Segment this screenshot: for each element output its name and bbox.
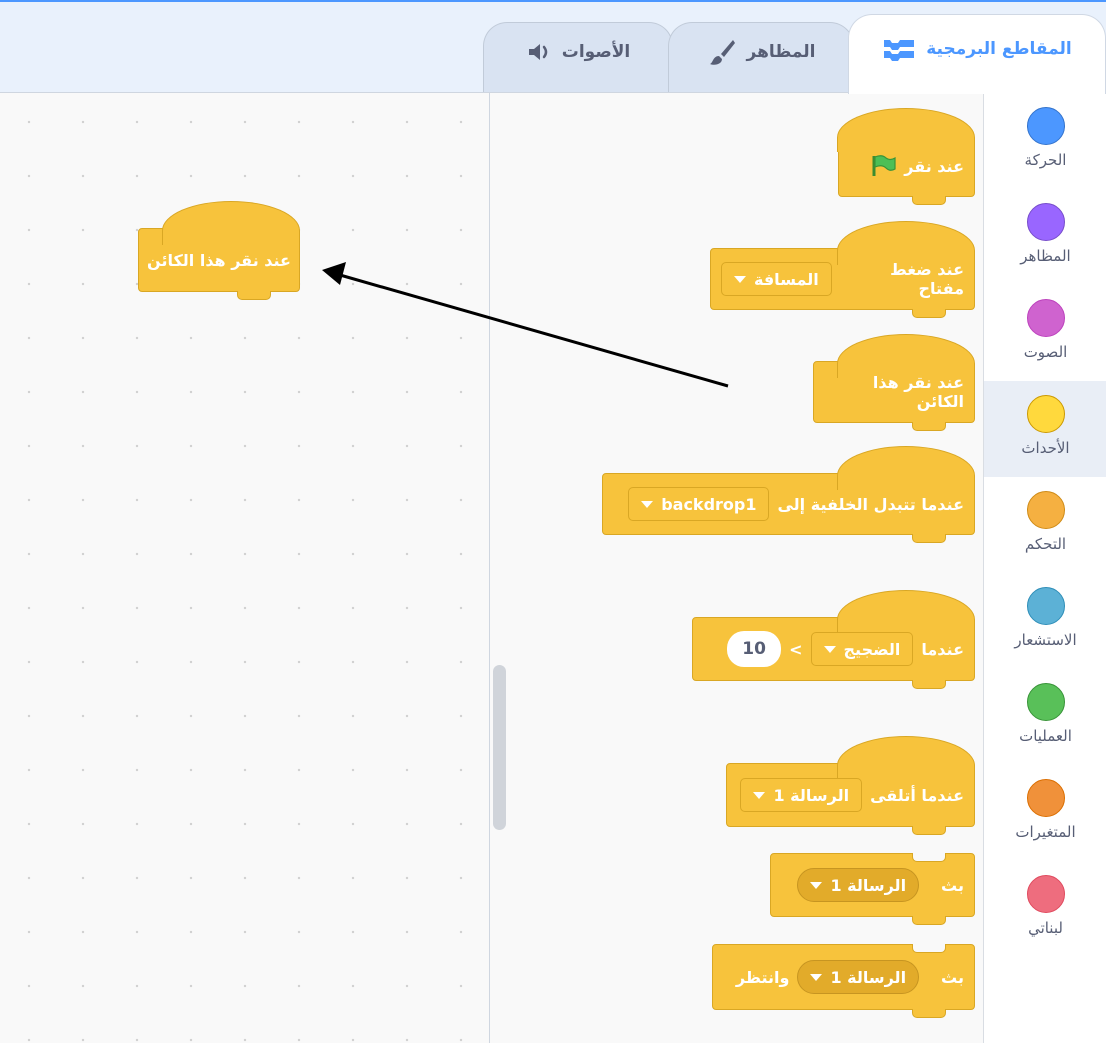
category-label: الصوت xyxy=(1023,343,1068,361)
category-label: العمليات xyxy=(1019,727,1072,745)
category-looks[interactable]: المظاهر xyxy=(984,189,1106,285)
category-dot-icon xyxy=(1026,203,1065,241)
speaker-icon xyxy=(528,43,547,60)
key-dropdown[interactable]: المسافة xyxy=(721,262,832,296)
category-dot-icon xyxy=(1026,491,1065,529)
category-variables[interactable]: المتغيرات xyxy=(984,765,1106,861)
message-dropdown-value: الرسالة 1 xyxy=(773,785,850,805)
category-operators[interactable]: العمليات xyxy=(984,669,1106,765)
sensor-dropdown[interactable]: الضجيج xyxy=(810,632,914,666)
when-greater-than-block[interactable]: عندما الضجيج > 10 xyxy=(692,590,975,689)
category-label: المظاهر xyxy=(1020,247,1071,265)
chevron-down-icon xyxy=(810,881,823,889)
when-receive-label: عندما أتلقى xyxy=(870,785,964,805)
broadcast-wait-label: بث xyxy=(941,967,964,987)
category-menu: الحركة المظاهر الصوت الأحداث التحكم الاس… xyxy=(983,92,1106,1043)
category-dot-icon xyxy=(1026,107,1065,145)
block-notch xyxy=(912,944,946,953)
block-notch xyxy=(912,853,946,862)
broadcast-and-wait-block[interactable]: بث الرسالة 1 وانتظر xyxy=(712,944,975,1018)
tab-sounds-label: الأصوات xyxy=(561,41,631,62)
code-blocks-icon xyxy=(884,39,915,61)
when-sprite-label: عند نقر هذا الكائن xyxy=(872,373,964,411)
tab-code-label: المقاطع البرمجية xyxy=(926,38,1072,59)
paintbrush-icon xyxy=(709,39,735,65)
category-dot-icon xyxy=(1026,587,1065,625)
message-dropdown[interactable]: الرسالة 1 xyxy=(740,778,863,812)
category-dot-icon xyxy=(1026,683,1065,721)
broadcast-wait-message-value: الرسالة 1 xyxy=(830,967,907,987)
category-control[interactable]: التحكم xyxy=(984,477,1106,573)
threshold-input[interactable]: 10 xyxy=(727,631,782,667)
palette-scrollbar[interactable] xyxy=(493,665,506,830)
broadcast-message-dropdown[interactable]: الرسالة 1 xyxy=(797,868,920,902)
tab-code[interactable]: المقاطع البرمجية xyxy=(848,14,1106,94)
category-dot-icon xyxy=(1026,875,1065,913)
category-label: الاستشعار xyxy=(1014,631,1077,649)
category-label: الحركة xyxy=(1024,151,1067,169)
workspace-block-label: عند نقر هذا الكائن xyxy=(147,250,291,270)
tab-costumes[interactable]: المظاهر xyxy=(668,22,854,92)
when-greater-label: عندما xyxy=(921,639,964,659)
when-i-receive-block[interactable]: عندما أتلقى الرسالة 1 xyxy=(726,736,975,835)
broadcast-message-value: الرسالة 1 xyxy=(830,875,907,895)
when-sprite-clicked-block[interactable]: عند نقر هذا الكائن xyxy=(813,334,975,431)
when-key-label: عند ضغط مفتاح xyxy=(890,260,964,298)
backdrop-dropdown-value: backdrop1 xyxy=(661,494,757,514)
when-flag-clicked-block[interactable]: عند نقر xyxy=(837,108,975,205)
broadcast-wait-message-dropdown[interactable]: الرسالة 1 xyxy=(797,960,920,994)
category-label: لبناتي xyxy=(1028,919,1063,937)
tab-costumes-label: المظاهر xyxy=(746,41,816,62)
when-backdrop-switches-block[interactable]: عندما تتبدل الخلفية إلى backdrop1 xyxy=(602,446,975,543)
key-dropdown-value: المسافة xyxy=(754,269,819,289)
category-motion[interactable]: الحركة xyxy=(984,93,1106,189)
green-flag-icon xyxy=(872,155,896,176)
chevron-down-icon xyxy=(810,973,823,981)
category-my-blocks[interactable]: لبناتي xyxy=(984,861,1106,957)
category-label: التحكم xyxy=(1024,535,1067,553)
category-dot-icon xyxy=(1026,299,1065,337)
category-label: المتغيرات xyxy=(1015,823,1076,841)
tab-sounds[interactable]: الأصوات xyxy=(483,22,673,92)
category-events[interactable]: الأحداث xyxy=(984,381,1106,477)
category-dot-icon xyxy=(1026,395,1065,433)
top-accent-line xyxy=(0,0,1106,2)
sensor-dropdown-value: الضجيج xyxy=(843,639,901,659)
category-sensing[interactable]: الاستشعار xyxy=(984,573,1106,669)
chevron-down-icon xyxy=(823,645,836,653)
category-sound[interactable]: الصوت xyxy=(984,285,1106,381)
when-flag-label: عند نقر xyxy=(904,156,964,176)
chevron-down-icon xyxy=(734,275,746,283)
category-label: الأحداث xyxy=(1021,439,1070,457)
broadcast-label: بث xyxy=(941,875,964,895)
chevron-down-icon xyxy=(753,791,766,799)
greater-than-operator: > xyxy=(789,639,803,659)
broadcast-block[interactable]: بث الرسالة 1 xyxy=(770,853,975,925)
chevron-down-icon xyxy=(641,500,654,508)
category-dot-icon xyxy=(1026,779,1065,817)
when-backdrop-label: عندما تتبدل الخلفية إلى xyxy=(777,494,964,514)
when-key-pressed-block[interactable]: عند ضغط مفتاح المسافة xyxy=(710,221,975,318)
backdrop-dropdown[interactable]: backdrop1 xyxy=(628,487,770,521)
broadcast-wait-suffix: وانتظر xyxy=(735,967,790,987)
workspace-when-sprite-clicked-block[interactable]: عند نقر هذا الكائن xyxy=(138,201,300,300)
